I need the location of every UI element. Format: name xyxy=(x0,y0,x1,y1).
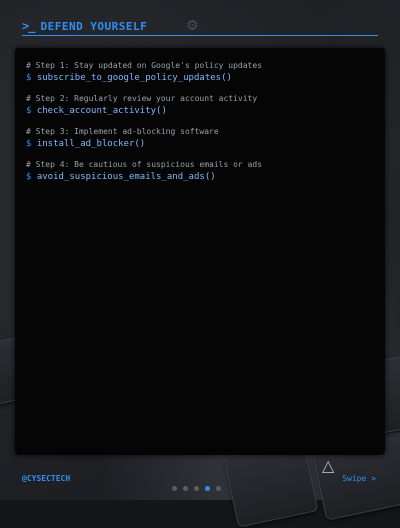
swipe-next-button[interactable]: Swipe > xyxy=(342,474,376,483)
step-comment: # Step 1: Stay updated on Google's polic… xyxy=(26,61,263,70)
terminal-steps: # Step 1: Stay updated on Google's polic… xyxy=(26,60,262,192)
pagination-dot[interactable] xyxy=(216,486,221,491)
command-line: $ install_ad_blocker() xyxy=(26,138,262,151)
step-comment: # Step 4: Be cautious of suspicious emai… xyxy=(26,160,263,169)
shell-prompt: $ xyxy=(26,106,32,116)
step-comment: # Step 2: Regularly review your account … xyxy=(26,94,258,103)
pagination-dot[interactable] xyxy=(194,486,199,491)
shell-prompt: $ xyxy=(26,139,32,149)
header-divider xyxy=(22,35,378,36)
command-text: check_account_activity() xyxy=(36,106,167,116)
command-line: $ check_account_activity() xyxy=(26,105,262,118)
pagination-dots xyxy=(172,486,221,491)
shell-prompt: $ xyxy=(26,172,32,182)
terminal-window: # Step 1: Stay updated on Google's polic… xyxy=(15,48,385,455)
step-comment: # Step 3: Implement ad-blocking software xyxy=(26,127,219,136)
command-text: avoid_suspicious_emails_and_ads() xyxy=(36,172,216,182)
step-4: # Step 4: Be cautious of suspicious emai… xyxy=(26,159,262,184)
step-1: # Step 1: Stay updated on Google's polic… xyxy=(26,60,262,85)
command-text: subscribe_to_google_policy_updates() xyxy=(36,73,232,83)
step-2: # Step 2: Regularly review your account … xyxy=(26,93,262,118)
command-line: $ subscribe_to_google_policy_updates() xyxy=(26,72,262,85)
page-header: >_ DEFEND YOURSELF xyxy=(22,16,378,36)
step-3: # Step 3: Implement ad-blocking software… xyxy=(26,126,262,151)
command-line: $ avoid_suspicious_emails_and_ads() xyxy=(26,171,262,184)
triangle-key-icon: △ xyxy=(322,456,335,475)
shell-prompt: $ xyxy=(26,73,32,83)
page-title: DEFEND YOURSELF xyxy=(40,19,148,33)
terminal-prompt-icon: >_ xyxy=(22,19,35,33)
pagination-dot[interactable] xyxy=(205,486,210,491)
command-text: install_ad_blocker() xyxy=(36,139,146,149)
author-handle[interactable]: @CYSECTECH xyxy=(22,474,70,483)
pagination-dot[interactable] xyxy=(172,486,177,491)
pagination-dot[interactable] xyxy=(183,486,188,491)
